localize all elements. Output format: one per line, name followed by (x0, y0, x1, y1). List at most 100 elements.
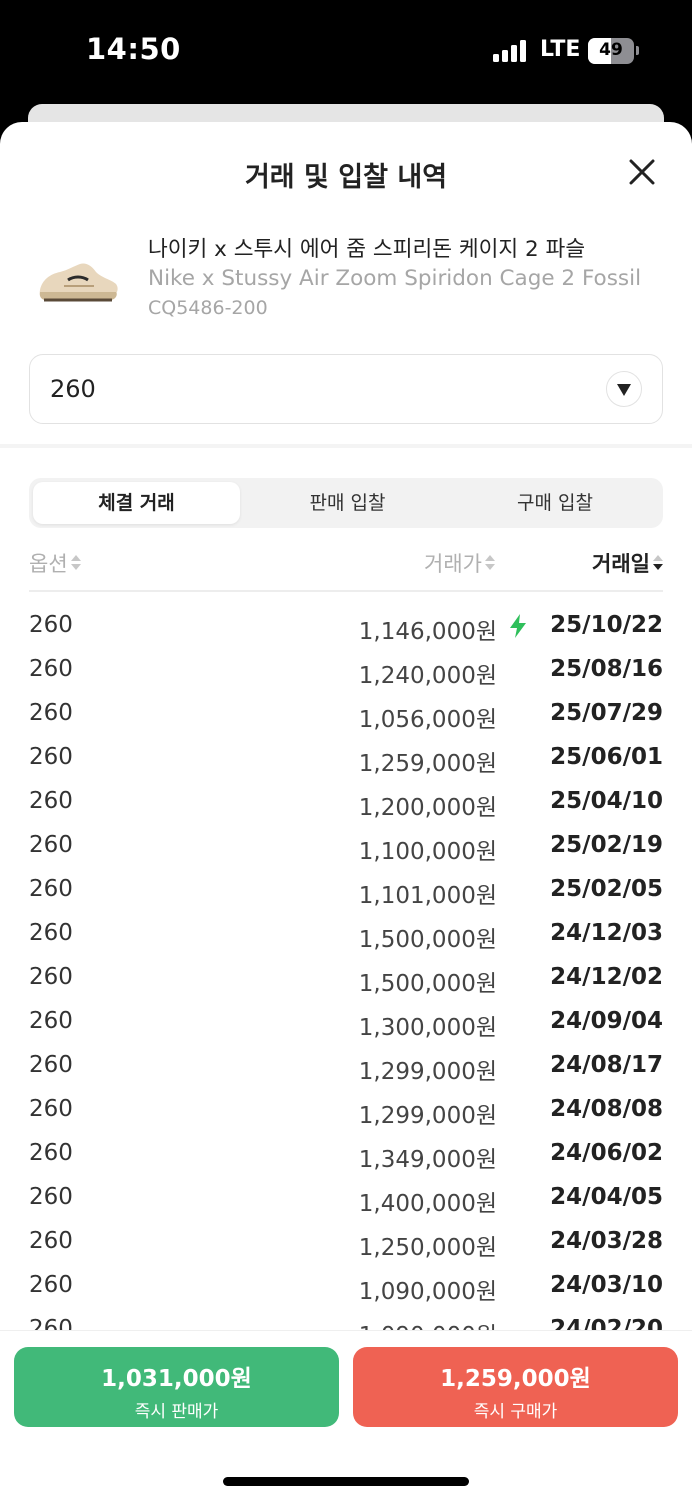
header-date[interactable]: 거래일 (592, 548, 663, 578)
battery-cap (636, 46, 639, 55)
instant-sell-price: 1,031,000원 (101, 1366, 252, 1392)
table-row: 260 1,146,000원 25/10/22 (29, 604, 663, 648)
row-option: 260 (29, 1140, 73, 1166)
row-price: 1,299,000원 (358, 1059, 497, 1085)
header-option[interactable]: 옵션 (29, 548, 81, 578)
section-divider (0, 444, 692, 448)
table-row: 260 1,500,000원 24/12/02 (29, 956, 663, 1000)
status-time: 14:50 (86, 32, 181, 66)
table-header: 옵션 거래가 거래일 (29, 542, 663, 592)
row-date: 25/06/01 (550, 744, 663, 770)
tab-sell-bids[interactable]: 판매 입찰 (244, 482, 451, 524)
row-price: 1,500,000원 (358, 927, 497, 953)
row-date: 25/10/22 (550, 612, 663, 638)
row-price: 1,101,000원 (358, 883, 497, 909)
row-option: 260 (29, 1096, 73, 1122)
row-price: 1,400,000원 (358, 1191, 497, 1217)
instant-buy-button[interactable]: 1,259,000원 즉시 구매가 (353, 1347, 678, 1427)
table-row: 260 1,259,000원 25/06/01 (29, 736, 663, 780)
tab-buy-bids[interactable]: 구매 입찰 (451, 482, 659, 524)
row-date: 25/02/19 (550, 832, 663, 858)
row-price: 1,299,000원 (358, 1103, 497, 1129)
row-option: 260 (29, 744, 73, 770)
table-row: 260 1,200,000원 25/04/10 (29, 780, 663, 824)
row-option: 260 (29, 788, 73, 814)
row-date: 25/02/05 (550, 876, 663, 902)
row-option: 260 (29, 700, 73, 726)
table-row: 260 1,100,000원 25/02/19 (29, 824, 663, 868)
instant-buy-price: 1,259,000원 (440, 1366, 591, 1392)
row-price: 1,300,000원 (358, 1015, 497, 1041)
row-price: 1,056,000원 (358, 707, 497, 733)
home-indicator[interactable] (223, 1477, 469, 1486)
row-date: 24/12/02 (550, 964, 663, 990)
product-code: CQ5486-200 (148, 297, 268, 319)
row-price: 1,500,000원 (358, 971, 497, 997)
row-option: 260 (29, 1228, 73, 1254)
row-price: 1,240,000원 (358, 663, 497, 689)
row-date: 24/06/02 (550, 1140, 663, 1166)
row-date: 24/02/20 (550, 1316, 663, 1330)
row-option: 260 (29, 1184, 73, 1210)
chevron-down-icon (606, 371, 642, 407)
header-date-label: 거래일 (592, 552, 650, 576)
product-name-en: Nike x Stussy Air Zoom Spiridon Cage 2 F… (148, 266, 642, 291)
table-row: 260 1,300,000원 24/09/04 (29, 1000, 663, 1044)
table-row: 260 1,299,000원 24/08/08 (29, 1088, 663, 1132)
row-date: 25/08/16 (550, 656, 663, 682)
trade-history-sheet: 거래 및 입찰 내역 나이키 x 스투시 에어 줌 스피리돈 케이지 2 파슬 … (0, 122, 692, 1500)
lightning-icon (510, 614, 526, 638)
table-row: 260 1,240,000원 25/08/16 (29, 648, 663, 692)
row-option: 260 (29, 612, 73, 638)
row-date: 25/04/10 (550, 788, 663, 814)
battery-level: 49 (599, 40, 623, 60)
battery-icon: 49 (588, 38, 634, 64)
row-option: 260 (29, 656, 73, 682)
row-date: 24/08/17 (550, 1052, 663, 1078)
row-date: 24/04/05 (550, 1184, 663, 1210)
size-select-value: 260 (50, 375, 96, 403)
size-select[interactable]: 260 (29, 354, 663, 424)
sort-icon (70, 555, 81, 571)
table-row: 260 1,056,000원 25/07/29 (29, 692, 663, 736)
close-button[interactable] (624, 154, 660, 190)
row-price: 1,100,000원 (358, 839, 497, 865)
product-image (34, 256, 122, 306)
history-tabs: 체결 거래 판매 입찰 구매 입찰 (29, 478, 663, 528)
product-name-kr: 나이키 x 스투시 에어 줌 스피리돈 케이지 2 파슬 (148, 237, 586, 262)
row-date: 24/03/28 (550, 1228, 663, 1254)
row-price: 1,200,000원 (358, 795, 497, 821)
row-price: 1,259,000원 (358, 751, 497, 777)
sort-desc-icon (653, 555, 663, 571)
row-option: 260 (29, 964, 73, 990)
row-date: 24/09/04 (550, 1008, 663, 1034)
row-option: 260 (29, 1052, 73, 1078)
header-price[interactable]: 거래가 (424, 548, 495, 578)
row-price: 1,090,000원 (358, 1279, 497, 1305)
row-price: 1,090,000원 (359, 1316, 497, 1330)
table-row: 260 1,090,000원 24/02/20 (29, 1308, 663, 1330)
row-price: 1,146,000원 (358, 619, 497, 645)
table-row: 260 1,090,000원 24/03/10 (29, 1264, 663, 1308)
table-row: 260 1,299,000원 24/08/17 (29, 1044, 663, 1088)
header-option-label: 옵션 (29, 552, 68, 576)
row-option: 260 (29, 876, 73, 902)
table-row: 260 1,101,000원 25/02/05 (29, 868, 663, 912)
instant-buy-label: 즉시 구매가 (473, 1402, 558, 1422)
row-date: 25/07/29 (550, 700, 663, 726)
table-row: 260 1,500,000원 24/12/03 (29, 912, 663, 956)
signal-icon (493, 40, 529, 62)
row-price: 1,250,000원 (358, 1235, 497, 1261)
row-date: 24/03/10 (550, 1272, 663, 1298)
row-date: 24/12/03 (550, 920, 663, 946)
instant-sell-button[interactable]: 1,031,000원 즉시 판매가 (14, 1347, 339, 1427)
close-icon (629, 159, 655, 185)
trade-list: 260 1,146,000원 25/10/22 260 1,240,000원 2… (29, 604, 663, 1330)
tab-completed-trades[interactable]: 체결 거래 (33, 482, 240, 524)
table-row: 260 1,250,000원 24/03/28 (29, 1220, 663, 1264)
table-row: 260 1,400,000원 24/04/05 (29, 1176, 663, 1220)
table-row: 260 1,349,000원 24/06/02 (29, 1132, 663, 1176)
bottom-action-bar: 1,031,000원 즉시 판매가 1,259,000원 즉시 구매가 (0, 1330, 692, 1500)
row-option: 260 (29, 1008, 73, 1034)
product-info: 나이키 x 스투시 에어 줌 스피리돈 케이지 2 파슬 Nike x Stus… (0, 226, 692, 336)
